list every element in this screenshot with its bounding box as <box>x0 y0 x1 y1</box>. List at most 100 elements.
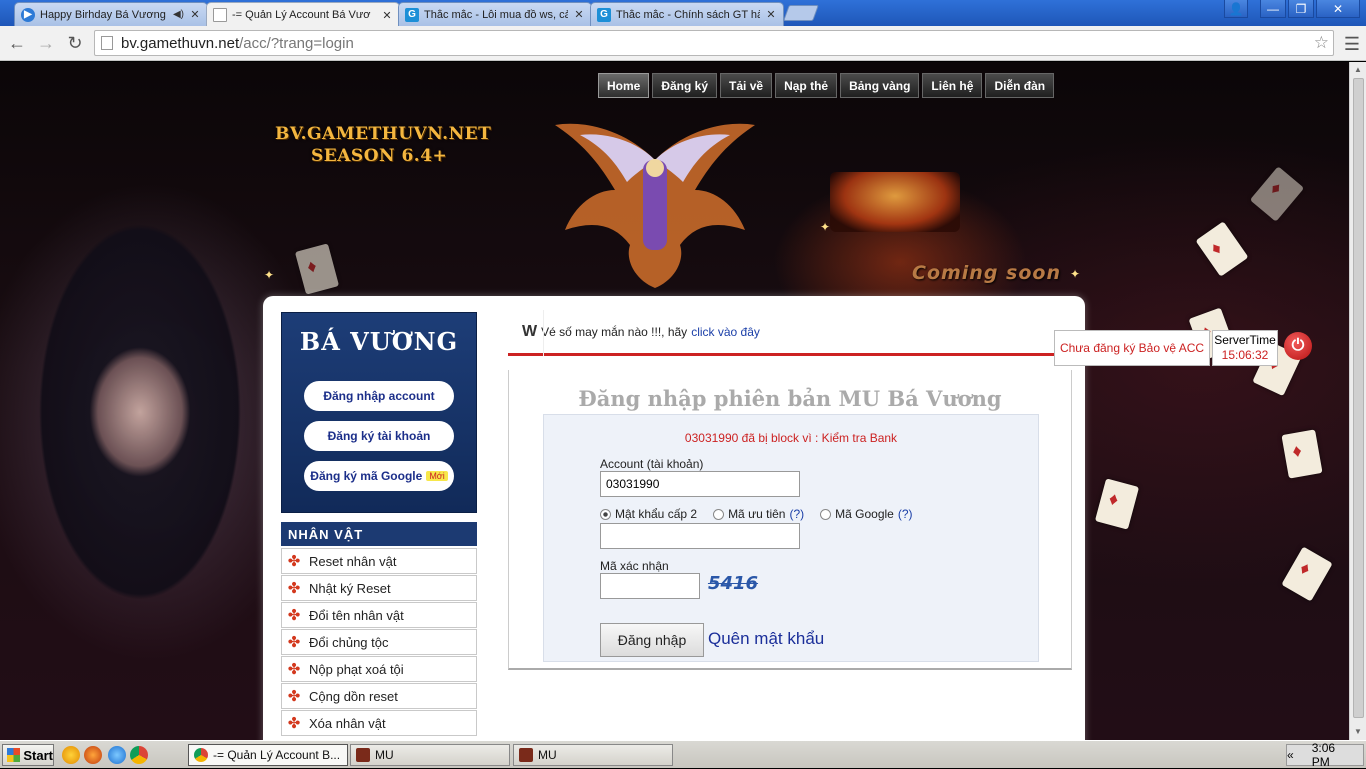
radio-priority-code[interactable]: Mã ưu tiên (?) <box>713 507 804 521</box>
tab-title: -= Quản Lý Account Bá Vươ <box>232 9 371 21</box>
internet-explorer-icon[interactable] <box>108 746 126 764</box>
account-input[interactable] <box>600 471 800 497</box>
maximize-button[interactable]: ❐ <box>1288 0 1314 18</box>
tab-title: Thắc mắc - Lỗi mua đồ ws, cả <box>424 8 568 21</box>
clock[interactable]: 3:06 PM <box>1312 741 1351 769</box>
tab-2[interactable]: -= Quản Lý Account Bá Vươ ✕ <box>206 2 400 27</box>
scroll-up-icon[interactable]: ▲ <box>1354 65 1362 74</box>
account-protection-warning[interactable]: Chưa đăng ký Bảo vệ ACC <box>1054 330 1210 366</box>
forgot-password-link[interactable]: Quên mật khẩu <box>708 629 824 649</box>
nav-home[interactable]: Home <box>598 73 650 98</box>
page-viewport: ✦ ✦ ✦ BV.GAMETHUVN.NET SEASON 6.4+ Comin… <box>0 62 1349 740</box>
radio-level2-password[interactable]: Mật khẩu cấp 2 <box>600 507 697 521</box>
sparkle-icon: ✦ <box>820 220 831 234</box>
back-arrow-icon[interactable]: ← <box>6 32 28 54</box>
captcha-label: Mã xác nhận <box>600 559 669 573</box>
sidebar-item-reset[interactable]: ✤ Reset nhân vật <box>281 548 477 574</box>
g-icon: G <box>405 7 419 22</box>
window-controls: 👤 — ❐ ✕ <box>1224 0 1360 18</box>
task-label: MU <box>375 748 394 762</box>
server-time-box: ServerTime 15:06:32 <box>1212 330 1278 366</box>
character-icon: ✤ <box>287 661 301 678</box>
taskbar-item-mu-1[interactable]: MU <box>350 744 510 766</box>
nav-rankings[interactable]: Bảng vàng <box>840 73 920 98</box>
sidebar-item-rename[interactable]: ✤ Đổi tên nhân vật <box>281 602 477 628</box>
taskbar-item-mu-2[interactable]: MU <box>513 744 673 766</box>
close-tab-icon[interactable]: ✕ <box>189 8 201 21</box>
speaker-icon[interactable]: ◀) <box>173 9 184 20</box>
page-icon <box>101 36 113 50</box>
tab-1[interactable]: ▶ Happy Birhday Bá Vương ◀) ✕ <box>14 2 208 26</box>
sidebar-item-label: Nhật ký Reset <box>309 580 391 596</box>
radio-google-code[interactable]: Mã Google (?) <box>820 507 913 521</box>
register-account-button[interactable]: Đăng ký tài khoản <box>304 421 454 451</box>
password-input[interactable] <box>600 523 800 549</box>
server-time-label: ServerTime <box>1214 333 1276 347</box>
messenger-icon[interactable] <box>62 746 80 764</box>
sidebar-item-accumulate-reset[interactable]: ✤ Cộng dồn reset <box>281 683 477 709</box>
url-host: bv.gamethuvn.net <box>121 34 240 52</box>
address-bar[interactable]: bv.gamethuvn.net/acc/?trang=login ☆ <box>94 30 1334 56</box>
tray-expand-icon[interactable]: « <box>1287 748 1294 762</box>
start-label: Start <box>23 747 53 763</box>
ticker-link[interactable]: click vào đây <box>691 325 760 339</box>
password-type-options: Mật khẩu cấp 2 Mã ưu tiên (?) Mã Google (?… <box>600 507 913 521</box>
minimize-button[interactable]: — <box>1260 0 1286 18</box>
sidebar-item-label: Nộp phạt xoá tội <box>309 661 404 677</box>
page-scrollbar[interactable]: ▲ ▼ <box>1349 62 1366 740</box>
power-icon[interactable]: ⏻ <box>1284 332 1312 360</box>
help-link[interactable]: (?) <box>898 507 913 521</box>
register-google-code-button[interactable]: Đăng ký mã Google Mới <box>304 461 454 491</box>
ribbon-decoration <box>508 310 544 356</box>
radio-dot <box>713 508 725 520</box>
nav-download[interactable]: Tải về <box>720 73 773 98</box>
radio-label: Mã ưu tiên <box>728 507 786 521</box>
bookmark-star-icon[interactable]: ☆ <box>1314 33 1329 53</box>
play-icon: ▶ <box>21 7 35 22</box>
sidebar-item-pay-fine[interactable]: ✤ Nộp phạt xoá tội <box>281 656 477 682</box>
start-button[interactable]: Start <box>2 744 54 766</box>
url-path: /acc/?trang=login <box>239 34 354 52</box>
nav-topup[interactable]: Nạp thẻ <box>775 73 838 98</box>
banner-title: BV.GAMETHUVN.NET <box>275 124 492 144</box>
tab-title: Thắc mắc - Chính sách GT hà <box>616 8 760 21</box>
taskbar-item-chrome[interactable]: -= Quản Lý Account B... <box>188 744 348 766</box>
tab-4[interactable]: G Thắc mắc - Chính sách GT hà ✕ <box>590 2 784 26</box>
tab-3[interactable]: G Thắc mắc - Lỗi mua đồ ws, cả ✕ <box>398 2 592 26</box>
nav-contact[interactable]: Liên hệ <box>922 73 983 98</box>
card-decoration <box>1094 478 1140 530</box>
sidebar-item-delete-character[interactable]: ✤ Xóa nhân vật <box>281 710 477 736</box>
chrome-icon[interactable] <box>130 746 148 764</box>
login-submit-button[interactable]: Đăng nhập <box>600 623 704 657</box>
card-decoration <box>1281 546 1333 602</box>
nav-register[interactable]: Đăng ký <box>652 73 718 98</box>
scroll-thumb[interactable] <box>1353 78 1364 718</box>
menu-icon[interactable]: ☰ <box>1344 34 1360 55</box>
character-icon: ✤ <box>287 607 301 624</box>
sidebar-item-change-class[interactable]: ✤ Đổi chủng tộc <box>281 629 477 655</box>
help-link[interactable]: (?) <box>789 507 804 521</box>
new-tab-button[interactable] <box>783 5 819 21</box>
scroll-down-icon[interactable]: ▼ <box>1354 727 1362 736</box>
captcha-input[interactable] <box>600 573 700 599</box>
login-account-button[interactable]: Đăng nhập account <box>304 381 454 411</box>
firefox-icon[interactable] <box>84 746 102 764</box>
reload-icon[interactable]: ↻ <box>64 32 86 54</box>
sidebar-item-reset-log[interactable]: ✤ Nhật ký Reset <box>281 575 477 601</box>
user-icon[interactable]: 👤 <box>1224 0 1248 18</box>
button-label: Đăng ký tài khoản <box>327 429 431 443</box>
close-window-button[interactable]: ✕ <box>1316 0 1360 18</box>
button-label: Đăng ký mã Google <box>310 469 423 483</box>
card-decoration <box>1195 221 1249 277</box>
radio-label: Mã Google <box>835 507 894 521</box>
sidebar-item-label: Xóa nhân vật <box>309 715 386 731</box>
login-form: 03031990 đã bị block vì : Kiểm tra Bank … <box>543 414 1039 662</box>
treasure-chest-artwork <box>830 172 960 232</box>
close-tab-icon[interactable]: ✕ <box>573 8 585 21</box>
close-tab-icon[interactable]: ✕ <box>765 8 777 21</box>
forward-arrow-icon[interactable]: → <box>35 32 57 54</box>
radio-dot <box>600 508 611 520</box>
close-tab-icon[interactable]: ✕ <box>381 9 393 22</box>
sparkle-icon: ✦ <box>1070 267 1081 281</box>
nav-forum[interactable]: Diễn đàn <box>985 73 1055 98</box>
